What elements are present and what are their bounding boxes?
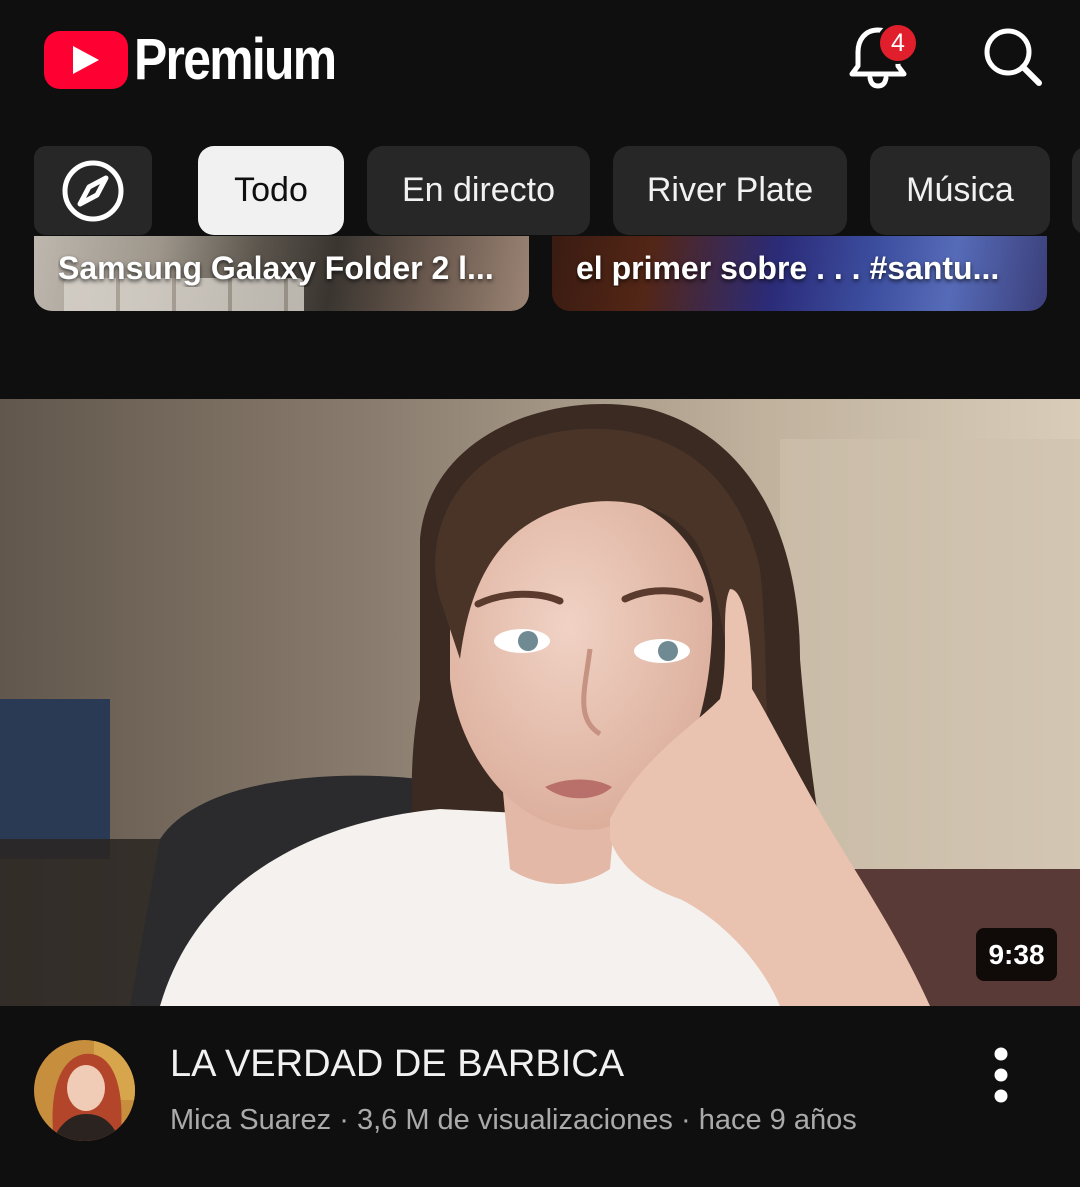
chip-musica[interactable]: Música [870, 146, 1050, 235]
youtube-play-icon [44, 30, 128, 89]
short-card[interactable]: el primer sobre . . . #santu... [552, 236, 1047, 311]
video-options-button[interactable] [982, 1046, 1020, 1104]
channel-avatar[interactable] [34, 1040, 135, 1141]
top-app-bar: Premium 4 [0, 0, 1080, 120]
metadata-separator: · [680, 1104, 691, 1136]
notification-count-badge: 4 [877, 22, 919, 64]
video-duration-badge: 9:38 [976, 928, 1057, 981]
metadata-separator: · [339, 1104, 349, 1136]
short-title: Samsung Galaxy Folder 2 l... [58, 250, 494, 286]
short-card[interactable]: Samsung Galaxy Folder 2 l... [34, 236, 529, 311]
short-title: el primer sobre . . . #santu... [576, 250, 1000, 286]
video-thumbnail-image [0, 399, 1080, 1006]
view-count: 3,6 M de visualizaciones [356, 1104, 673, 1136]
video-title[interactable]: LA VERDAD DE BARBICA [170, 1043, 624, 1086]
video-thumbnail[interactable] [0, 399, 1080, 1006]
more-vert-icon [994, 1047, 1008, 1103]
search-button[interactable] [982, 26, 1044, 88]
brand-text: Premium [134, 27, 337, 92]
compass-icon [62, 160, 124, 221]
chip-en-directo[interactable]: En directo [367, 146, 590, 235]
avatar-image [34, 1040, 135, 1141]
youtube-app: Premium 4 Todo En directo River Plate Mú… [0, 0, 1080, 1187]
search-icon [984, 28, 1042, 86]
channel-name[interactable]: Mica Suarez [170, 1104, 331, 1136]
chip-next-partial[interactable] [1072, 146, 1080, 235]
chip-river-plate[interactable]: River Plate [613, 146, 847, 235]
youtube-premium-logo[interactable]: Premium [44, 26, 368, 93]
filter-chips-bar: Todo En directo River Plate Música [0, 146, 1080, 236]
explore-button[interactable] [34, 146, 152, 235]
chip-todo[interactable]: Todo [198, 146, 344, 235]
upload-age: hace 9 años [698, 1104, 857, 1136]
video-metadata: Mica Suarez · 3,6 M de visualizaciones ·… [170, 1104, 857, 1137]
